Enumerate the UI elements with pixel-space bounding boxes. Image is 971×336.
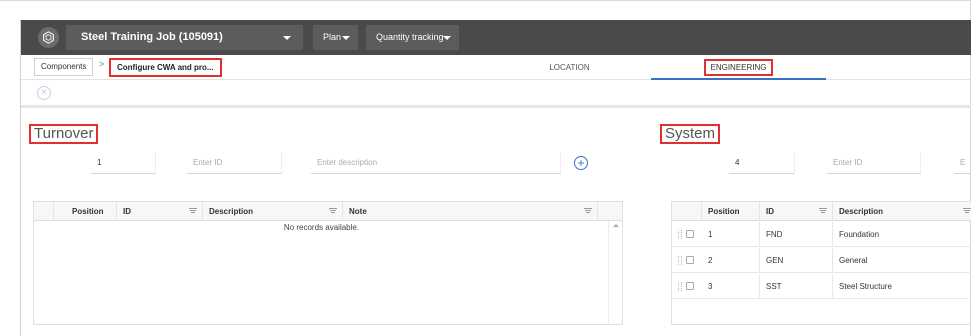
row-position: 3 <box>702 274 760 299</box>
column-header-id[interactable]: ID <box>117 202 203 221</box>
app-container: Steel Training Job (105091) Plan Quantit… <box>20 20 971 336</box>
tab-engineering[interactable]: ENGINEERING <box>651 55 826 80</box>
column-header-id-label: ID <box>123 207 131 216</box>
system-id-input[interactable]: Enter ID <box>827 152 921 174</box>
column-header-id-label: ID <box>766 207 774 216</box>
turnover-description-input[interactable]: Enter description <box>311 152 561 174</box>
plan-menu-label: Plan <box>323 32 342 42</box>
toolbar: × <box>21 81 971 105</box>
column-header-position[interactable]: Position <box>702 202 760 221</box>
row-description: Foundation <box>839 230 880 239</box>
row-id: GEN <box>760 248 833 273</box>
turnover-position-input[interactable]: 1 <box>91 152 156 174</box>
filter-icon[interactable] <box>963 207 971 215</box>
column-header-description[interactable]: Description <box>833 202 971 221</box>
quantity-tracking-menu-button[interactable]: Quantity tracking <box>366 25 459 50</box>
turnover-grid-header: Position ID Description Note <box>34 202 622 221</box>
chevron-down-icon <box>443 36 451 40</box>
chevron-down-icon <box>342 36 350 40</box>
row-id: SST <box>760 274 833 299</box>
plan-menu-button[interactable]: Plan <box>313 25 358 50</box>
breadcrumb-current[interactable]: Configure CWA and pro... <box>109 58 222 77</box>
turnover-title: Turnover <box>29 124 99 144</box>
filter-icon[interactable] <box>189 207 197 215</box>
top-bar: Steel Training Job (105091) Plan Quantit… <box>21 20 971 55</box>
column-header-position[interactable]: Position <box>54 202 117 221</box>
column-header-note[interactable]: Note <box>343 202 598 221</box>
filter-icon[interactable] <box>584 207 592 215</box>
system-position-input[interactable]: 4 <box>729 152 795 174</box>
column-header-description[interactable]: Description <box>203 202 343 221</box>
close-icon[interactable]: × <box>37 86 51 100</box>
system-grid-header: Position ID Description <box>672 202 971 221</box>
project-selector[interactable]: Steel Training Job (105091) <box>66 25 303 50</box>
system-description-input[interactable]: E <box>954 152 971 174</box>
drag-handle-icon[interactable] <box>678 230 682 239</box>
vertical-scrollbar[interactable] <box>608 221 622 324</box>
table-row[interactable]: 3 SST Steel Structure <box>672 274 971 299</box>
row-id: FND <box>760 222 833 247</box>
project-name: Steel Training Job (105091) <box>81 31 223 43</box>
breadcrumb-separator: > <box>99 59 105 69</box>
row-checkbox[interactable] <box>686 256 694 264</box>
row-description: Steel Structure <box>839 282 892 291</box>
drag-handle-icon[interactable] <box>678 256 682 265</box>
column-header-note-label: Note <box>349 207 367 216</box>
table-row[interactable]: 2 GEN General <box>672 248 971 273</box>
system-grid: Position ID Description 1 FND Foundation… <box>671 201 971 325</box>
column-header-description-label: Description <box>839 207 884 216</box>
turnover-id-input[interactable]: Enter ID <box>187 152 282 174</box>
header-spacer <box>672 202 702 221</box>
filter-icon[interactable] <box>819 207 827 215</box>
app-logo-icon[interactable] <box>38 27 59 48</box>
column-header-id[interactable]: ID <box>760 202 833 221</box>
tab-engineering-label: ENGINEERING <box>704 59 773 76</box>
row-checkbox[interactable] <box>686 282 694 290</box>
system-title: System <box>660 124 721 144</box>
section-divider <box>21 105 971 108</box>
no-records-message: No records available. <box>283 223 360 232</box>
row-checkbox[interactable] <box>686 230 694 238</box>
column-header-description-label: Description <box>209 207 254 216</box>
tab-location[interactable]: LOCATION <box>491 55 648 80</box>
scroll-up-icon[interactable] <box>613 224 619 227</box>
row-position: 2 <box>702 248 760 273</box>
breadcrumb-bar: Components > Configure CWA and pro... LO… <box>21 55 971 80</box>
table-row[interactable]: 1 FND Foundation <box>672 222 971 247</box>
drag-handle-icon[interactable] <box>678 282 682 291</box>
breadcrumb-components[interactable]: Components <box>34 58 94 76</box>
header-spacer <box>34 202 54 221</box>
chevron-down-icon <box>283 36 291 40</box>
row-position: 1 <box>702 222 760 247</box>
row-description: General <box>839 256 868 265</box>
turnover-grid: Position ID Description Note No records … <box>33 201 623 325</box>
quantity-tracking-menu-label: Quantity tracking <box>376 32 444 42</box>
filter-icon[interactable] <box>329 207 337 215</box>
add-turnover-button[interactable]: + <box>574 156 588 170</box>
